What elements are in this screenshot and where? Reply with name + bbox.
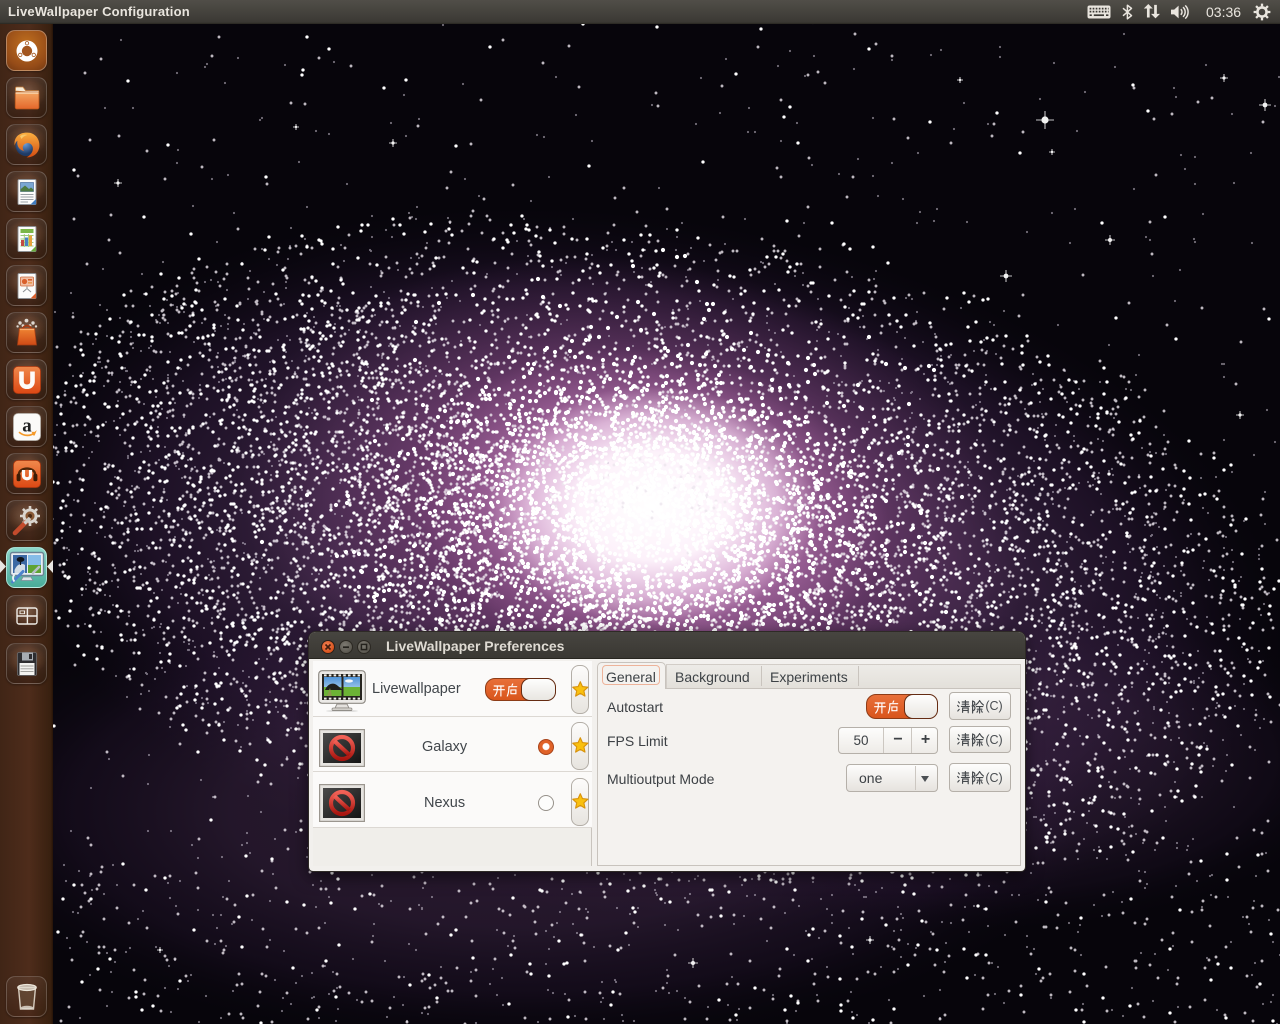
- svg-text:a: a: [22, 415, 32, 436]
